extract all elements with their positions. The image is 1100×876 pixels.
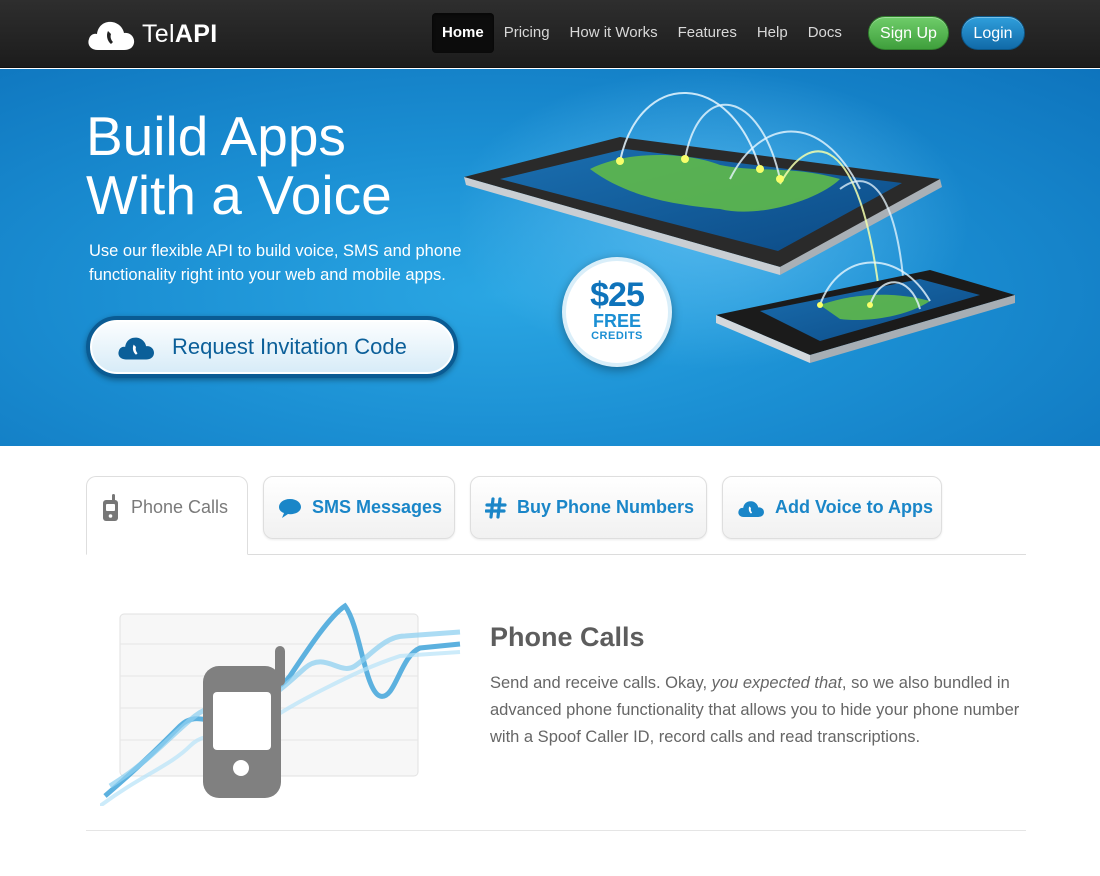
signup-button[interactable]: Sign Up [868, 16, 949, 50]
request-invitation-label: Request Invitation Code [172, 334, 407, 359]
tablet-and-phone-illustration [460, 69, 1015, 369]
tab-buy-phone-numbers[interactable]: Buy Phone Numbers [470, 476, 707, 539]
tab-label: SMS Messages [312, 497, 443, 517]
nav-item-pricing[interactable]: Pricing [494, 13, 560, 53]
tab-phone-calls[interactable]: Phone Calls [86, 476, 248, 555]
nav-item-how-it-works[interactable]: How it Works [560, 13, 668, 53]
hash-icon [485, 496, 507, 519]
phone-calls-illustration [100, 602, 461, 806]
nav-item-help[interactable]: Help [747, 13, 798, 53]
tab-add-voice-to-apps[interactable]: Add Voice to Apps [722, 476, 942, 539]
hero-banner: Build Apps With a Voice Use our flexible… [0, 69, 1100, 446]
nav-item-features[interactable]: Features [668, 13, 747, 53]
section-divider [86, 830, 1026, 831]
logo-text-bold: API [174, 19, 218, 48]
feature-title: Phone Calls [490, 622, 645, 652]
badge-credits: CREDITS [591, 330, 643, 342]
hero-title-line1: Build Apps [86, 105, 346, 167]
cloud-phone-icon [738, 500, 764, 517]
mobile-phone-icon [103, 493, 118, 521]
nav-item-home[interactable]: Home [432, 13, 494, 53]
login-button[interactable]: Login [961, 16, 1025, 50]
hero-title: Build Apps With a Voice [86, 107, 466, 225]
badge-free: FREE [592, 311, 641, 331]
speech-bubble-icon [279, 498, 301, 518]
tab-label: Phone Calls [131, 497, 229, 517]
feature-text-part1: Send and receive calls. Okay, [490, 674, 712, 692]
hero-subtitle: Use our flexible API to build voice, SMS… [89, 242, 462, 284]
logo-text-light: Tel [142, 19, 175, 48]
cloud-phone-icon [88, 21, 135, 50]
feature-text-italic: you expected that [711, 674, 842, 692]
cloud-phone-icon [118, 337, 154, 360]
badge-amount: $25 [590, 276, 645, 314]
top-navbar: TelAPI Home Pricing How it Works Feature… [0, 0, 1100, 68]
feature-description: Send and receive calls. Okay, you expect… [490, 670, 1020, 751]
tab-sms-messages[interactable]: SMS Messages [263, 476, 455, 539]
main-nav: Home Pricing How it Works Features Help … [432, 12, 852, 54]
hero-title-line2: With a Voice [86, 164, 392, 226]
logo[interactable]: TelAPI [86, 16, 217, 52]
nav-item-docs[interactable]: Docs [798, 13, 852, 53]
free-credits-badge: $25 FREE CREDITS [562, 257, 672, 367]
tab-label: Add Voice to Apps [775, 497, 934, 517]
tab-label: Buy Phone Numbers [517, 497, 695, 517]
request-invitation-button[interactable]: Request Invitation Code [86, 316, 458, 378]
